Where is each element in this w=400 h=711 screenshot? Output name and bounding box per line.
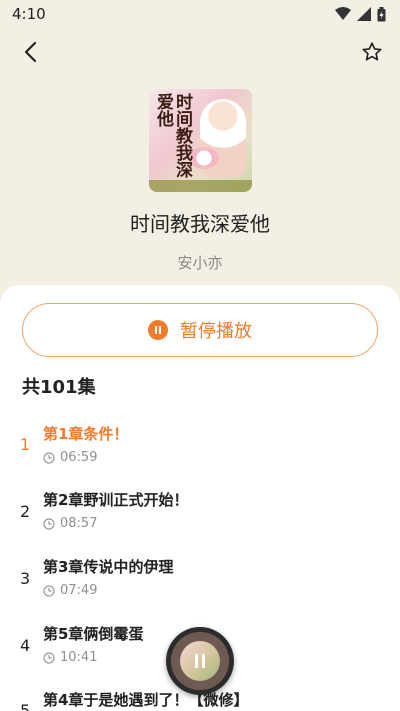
book-cover: 时间教我深爱他 xyxy=(149,89,252,192)
episode-title: 第2章野训正式开始！ xyxy=(43,491,189,509)
episode-meta: 07:49 xyxy=(43,583,97,598)
book-author: 安小亦 xyxy=(177,254,223,272)
episode-title: 第3章传说中的伊理 xyxy=(43,558,174,576)
cover-title: 时间教我深爱他 xyxy=(153,93,192,178)
pause-play-label: 暂停播放 xyxy=(180,321,252,342)
episode-meta: 10:41 xyxy=(43,650,97,665)
star-icon xyxy=(362,42,382,61)
favorite-button[interactable] xyxy=(356,36,388,68)
clock-icon xyxy=(43,451,55,464)
book-title: 时间教我深爱他 xyxy=(130,212,270,236)
mini-player-cover xyxy=(180,641,220,681)
episode-duration: 07:49 xyxy=(60,583,98,598)
episode-item[interactable]: 3 第3章传说中的伊理 07:49 xyxy=(0,556,400,616)
status-icons xyxy=(335,6,386,22)
episode-title: 第1章条件！ xyxy=(43,425,129,443)
clock-icon xyxy=(43,584,55,597)
pause-icon xyxy=(148,320,168,340)
episode-index: 1 xyxy=(20,435,31,454)
battery-icon xyxy=(377,6,386,21)
clock-icon xyxy=(43,651,55,664)
episode-title: 第5章俩倒霉蛋 xyxy=(43,625,144,643)
episode-item[interactable]: 1 第1章条件！ 06:59 xyxy=(0,423,400,483)
back-button[interactable] xyxy=(14,36,46,68)
status-time: 4:10 xyxy=(12,5,46,23)
mini-pause-icon xyxy=(195,654,205,668)
episode-index: 3 xyxy=(20,569,31,588)
back-arrow-icon xyxy=(24,41,37,63)
clock-icon xyxy=(43,517,55,530)
cover-footer xyxy=(149,180,252,192)
episode-item[interactable]: 2 第2章野训正式开始！ 08:57 xyxy=(0,489,400,549)
episode-duration: 08:57 xyxy=(60,516,98,531)
episode-meta: 06:59 xyxy=(43,450,97,465)
episode-count: 共101集 xyxy=(22,377,96,398)
pause-play-button[interactable]: 暂停播放 xyxy=(22,303,378,357)
wifi-icon xyxy=(335,7,351,20)
episode-meta: 08:57 xyxy=(43,516,97,531)
episode-title: 第4章于是她遇到了！【微修】 xyxy=(43,691,249,709)
top-bar xyxy=(0,32,400,72)
cover-flower xyxy=(189,147,219,169)
signal-icon xyxy=(357,7,371,21)
episode-index: 4 xyxy=(20,636,31,655)
mini-player[interactable] xyxy=(166,627,234,695)
episode-index: 2 xyxy=(20,502,31,521)
episode-duration: 10:41 xyxy=(60,650,98,665)
episode-duration: 06:59 xyxy=(60,450,98,465)
episode-index: 5 xyxy=(20,701,31,711)
status-bar: 4:10 xyxy=(0,0,400,28)
